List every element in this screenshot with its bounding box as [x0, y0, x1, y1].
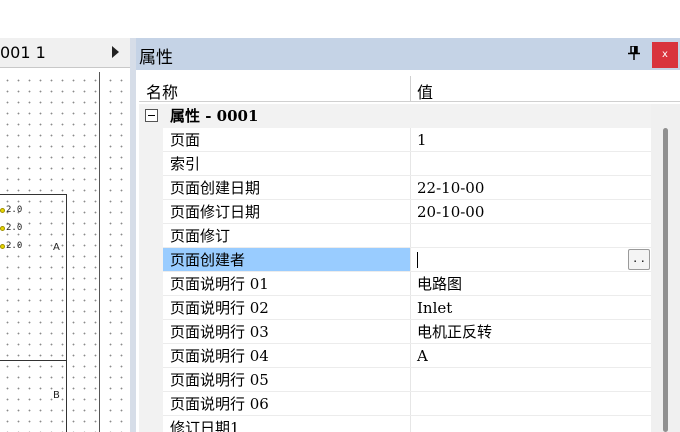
property-value-input[interactable]: [411, 248, 651, 272]
page-tab-label: 001 1: [0, 43, 46, 62]
property-value[interactable]: Inlet: [411, 296, 651, 320]
column-divider[interactable]: [410, 76, 411, 102]
property-row[interactable]: 页面修订日期 20-10-00: [139, 200, 651, 224]
schematic-sheet[interactable]: [0, 72, 100, 432]
category-row[interactable]: 属性 - 0001: [139, 104, 651, 128]
top-strip: [0, 0, 680, 38]
property-name: 页面说明行 03: [170, 323, 269, 341]
property-name: 页面说明行 01: [170, 275, 269, 293]
property-value[interactable]: 22-10-00: [411, 176, 651, 200]
pin-icon[interactable]: [628, 46, 640, 60]
property-row[interactable]: 页面修订: [139, 224, 651, 248]
property-value[interactable]: [411, 224, 651, 248]
property-value[interactable]: [411, 392, 651, 416]
scrollbar-thumb[interactable]: [663, 128, 668, 432]
property-row[interactable]: 修订日期1: [139, 416, 651, 432]
property-row[interactable]: 页面说明行 02 Inlet: [139, 296, 651, 320]
collapse-icon[interactable]: [145, 109, 158, 122]
properties-panel: 属性 x 名称 值 属性 - 0001 页面 1 索引 页面创建日期 22-10…: [136, 38, 680, 432]
close-button[interactable]: x: [652, 42, 678, 68]
property-name: 页面说明行 04: [170, 347, 269, 365]
zone-label-b: B: [53, 390, 60, 401]
property-value[interactable]: 20-10-00: [411, 200, 651, 224]
property-name: 页面修订日期: [170, 203, 261, 221]
panel-title-bar[interactable]: 属性 x: [136, 38, 680, 70]
scroll-right-arrow-icon[interactable]: [112, 46, 119, 58]
frame-line: [0, 194, 67, 195]
property-name: 页面创建日期: [170, 179, 261, 197]
property-row-selected[interactable]: 页面创建者 . .: [139, 248, 651, 272]
vertical-scrollbar[interactable]: [651, 104, 680, 432]
property-value[interactable]: 电机正反转: [411, 320, 651, 344]
property-name: 页面说明行 02: [170, 299, 269, 317]
property-row[interactable]: 页面说明行 05: [139, 368, 651, 392]
property-name: 页面说明行 06: [170, 395, 269, 413]
frame-line: [0, 360, 67, 361]
property-row[interactable]: 索引: [139, 152, 651, 176]
sheet-margin: [101, 72, 130, 432]
connection-point-icon[interactable]: [0, 244, 5, 249]
property-row[interactable]: 页面说明行 01 电路图: [139, 272, 651, 296]
property-row[interactable]: 页面 1: [139, 128, 651, 152]
property-name: 索引: [170, 155, 201, 173]
property-value[interactable]: [411, 368, 651, 392]
pin-label: 2.0: [6, 241, 23, 251]
frame-line: [66, 194, 67, 432]
category-label: 属性 - 0001: [170, 107, 259, 125]
property-row[interactable]: 页面说明行 06: [139, 392, 651, 416]
connection-point-icon[interactable]: [0, 226, 5, 231]
column-header-value[interactable]: 值: [417, 79, 433, 103]
property-row[interactable]: 页面说明行 03 电机正反转: [139, 320, 651, 344]
pin-label: 2.0: [6, 205, 23, 215]
property-name: 页面创建者: [163, 248, 410, 272]
property-row[interactable]: 页面创建日期 22-10-00: [139, 176, 651, 200]
page-tab[interactable]: 001 1: [0, 38, 130, 68]
property-value[interactable]: 1: [411, 128, 651, 152]
text-caret: [417, 252, 418, 268]
pin-label: 2.0: [6, 223, 23, 233]
panel-title: 属性: [139, 48, 173, 68]
property-row[interactable]: 页面说明行 04 A: [139, 344, 651, 368]
property-value[interactable]: [411, 416, 651, 432]
property-name: 页面修订: [170, 227, 231, 245]
property-name: 页面说明行 05: [170, 371, 269, 389]
property-name: 页面: [170, 131, 201, 149]
grid-header: 名称 值: [139, 76, 680, 102]
property-name: 修订日期1: [170, 419, 240, 432]
property-value[interactable]: A: [411, 344, 651, 368]
schematic-pane[interactable]: 001 1 A B 2.0 2.0 2.0: [0, 38, 130, 432]
property-value[interactable]: 电路图: [411, 272, 651, 296]
zone-label-a: A: [53, 242, 60, 253]
property-grid: 属性 - 0001 页面 1 索引 页面创建日期 22-10-00 页面修订日期: [139, 104, 651, 432]
connection-point-icon[interactable]: [0, 208, 5, 213]
column-header-name[interactable]: 名称: [146, 79, 178, 103]
property-value[interactable]: [411, 152, 651, 176]
browse-button[interactable]: . .: [628, 249, 650, 270]
